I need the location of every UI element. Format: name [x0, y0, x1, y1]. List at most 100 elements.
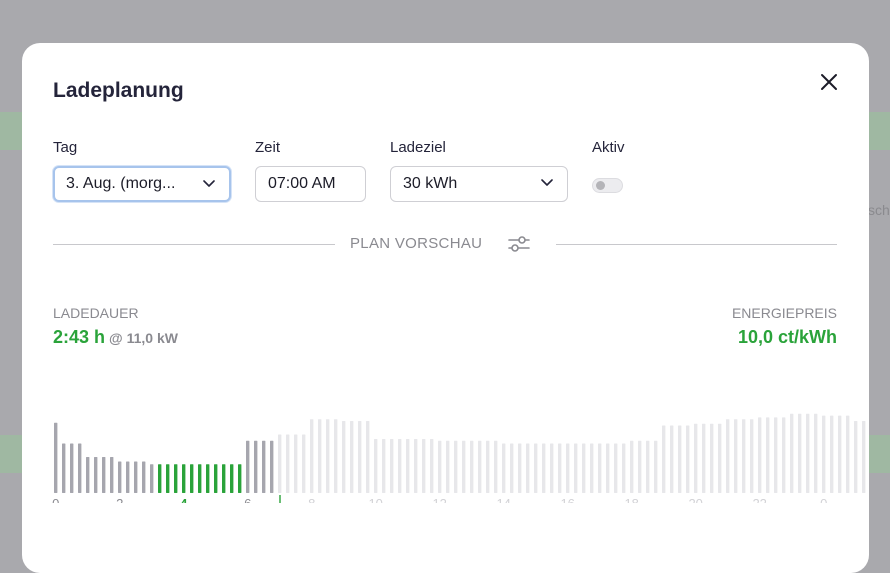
chart-bar	[470, 440, 474, 493]
chart-bar	[454, 440, 458, 493]
chart-bar	[78, 443, 82, 493]
chart-bar	[86, 457, 90, 493]
chart-bar	[406, 439, 410, 493]
chart-bar	[710, 423, 714, 493]
chart-bar	[358, 421, 362, 493]
chart-bar	[798, 413, 802, 493]
x-tick-label: 6	[244, 496, 251, 503]
goal-select-value: 30 kWh	[403, 175, 458, 192]
chart-bar	[518, 443, 522, 493]
chevron-down-icon	[203, 180, 215, 187]
chart-bar	[254, 440, 258, 493]
chart-bar	[54, 422, 58, 493]
chart-bar	[526, 443, 530, 493]
chart-bar	[862, 421, 866, 493]
chart-bar	[134, 461, 138, 493]
chart-bar	[774, 417, 778, 493]
x-tick-label: 20	[688, 496, 702, 503]
duration-label: LADEDAUER	[53, 305, 139, 321]
chart-bar	[430, 439, 434, 493]
chart-bar	[390, 439, 394, 493]
chart-bar	[150, 464, 154, 493]
chart-bar	[206, 464, 210, 493]
toggle-knob	[596, 181, 605, 190]
chart-bar	[110, 457, 114, 493]
chart-bar	[230, 464, 234, 493]
x-tick-label: 0	[52, 496, 59, 503]
chart-bar	[366, 421, 370, 493]
chart-bar	[806, 413, 810, 493]
chart-bar	[214, 464, 218, 493]
chart-bar	[94, 457, 98, 493]
chart-bar	[294, 434, 298, 493]
chart-bar	[446, 440, 450, 493]
chart-bar	[334, 419, 338, 493]
x-tick-label: 22	[752, 496, 766, 503]
x-tick-label: 10	[368, 496, 382, 503]
chart-bar	[478, 440, 482, 493]
x-tick-label: 18	[624, 496, 638, 503]
close-icon[interactable]	[818, 71, 840, 93]
chart-bar	[62, 443, 66, 493]
x-tick-label: 0	[820, 496, 827, 503]
chart-bar	[670, 425, 674, 493]
chart-bar	[854, 421, 858, 493]
chart-bar	[246, 440, 250, 493]
chart-bar	[278, 434, 282, 493]
charging-plan-chart: 0Mo2468101214161820220DMo., 07:00	[52, 413, 866, 503]
chart-bar	[558, 443, 562, 493]
chart-bar	[766, 417, 770, 493]
chart-bar	[622, 443, 626, 493]
chart-bar	[158, 464, 162, 493]
chart-bar	[686, 425, 690, 493]
chart-bar	[302, 434, 306, 493]
goal-label: Ladeziel	[390, 139, 446, 156]
chart-bar	[510, 443, 514, 493]
chart-bar	[262, 440, 266, 493]
chart-bar	[414, 439, 418, 493]
sliders-icon[interactable]	[507, 234, 531, 254]
charging-plan-modal: Ladeplanung Tag Zeit Ladeziel Aktiv 3. A…	[22, 43, 869, 573]
chart-bar	[638, 440, 642, 493]
chart-bar	[814, 413, 818, 493]
day-select-value: 3. Aug. (morg...	[66, 175, 176, 192]
chart-bar	[678, 425, 682, 493]
chart-bar	[550, 443, 554, 493]
chart-bar	[102, 457, 106, 493]
chart-bar	[782, 417, 786, 493]
chart-bar	[462, 440, 466, 493]
chart-bar	[70, 443, 74, 493]
chart-bar	[822, 415, 826, 493]
x-tick-label: 4	[180, 496, 188, 503]
chart-bar	[702, 423, 706, 493]
chart-bar	[142, 461, 146, 493]
chart-bar	[758, 417, 762, 493]
x-tick-label: 12	[432, 496, 446, 503]
chart-bar	[734, 419, 738, 493]
chart-bar	[582, 443, 586, 493]
plan-preview-label: PLAN VORSCHAU	[350, 235, 483, 252]
active-label: Aktiv	[592, 139, 625, 156]
x-tick-label: 16	[560, 496, 574, 503]
chart-bar	[742, 419, 746, 493]
chart-bar	[342, 421, 346, 493]
chart-bar	[198, 464, 202, 493]
chart-bar	[422, 439, 426, 493]
chevron-down-icon	[541, 179, 553, 186]
chart-bar	[310, 419, 314, 493]
chart-bar	[566, 443, 570, 493]
chart-bar	[222, 464, 226, 493]
chart-bar	[438, 440, 442, 493]
day-select[interactable]: 3. Aug. (morg...	[53, 166, 231, 202]
chart-bar	[174, 464, 178, 493]
x-tick-label: 8	[308, 496, 315, 503]
chart-bar	[318, 419, 322, 493]
background-text: sch	[868, 202, 890, 218]
chart-bar	[542, 443, 546, 493]
goal-select[interactable]: 30 kWh	[390, 166, 568, 202]
time-input[interactable]: 07:00 AM	[255, 166, 366, 202]
chart-bar	[654, 440, 658, 493]
active-toggle[interactable]	[592, 178, 623, 193]
chart-bar	[166, 464, 170, 493]
chart-bar	[126, 461, 130, 493]
